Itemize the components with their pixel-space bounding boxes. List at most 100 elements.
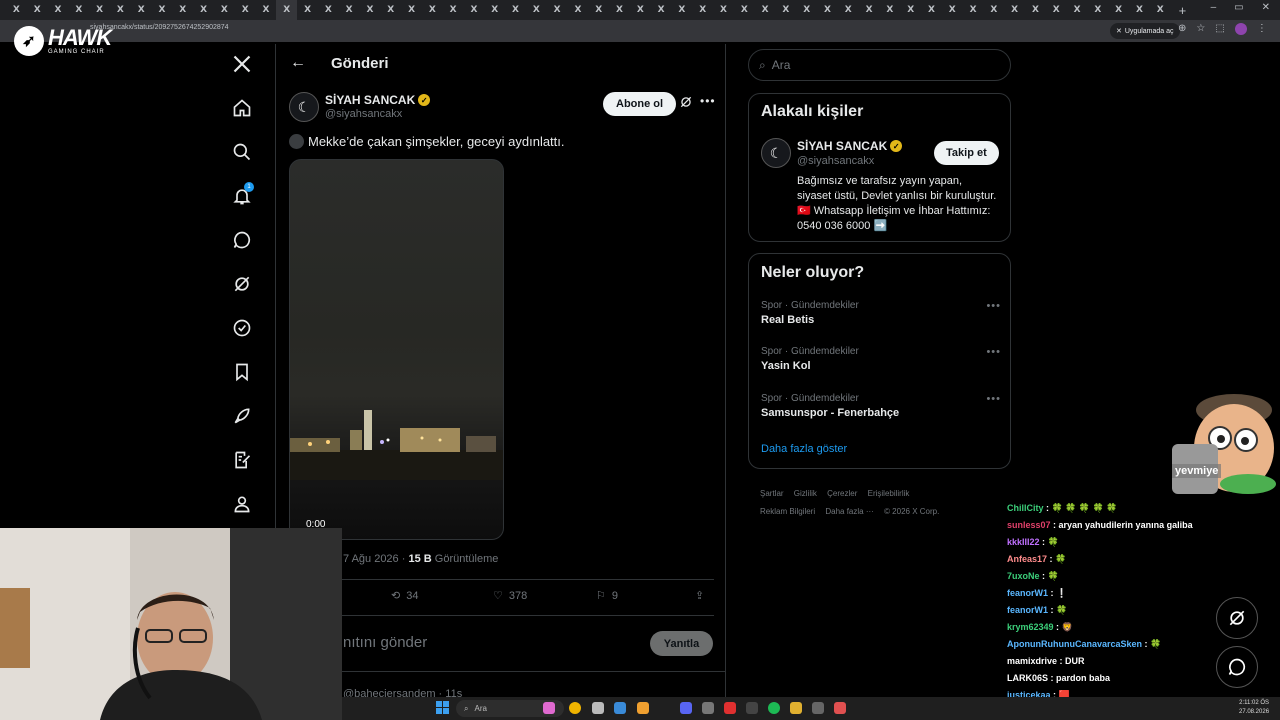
minimize-button[interactable]: –: [1211, 2, 1217, 13]
browser-tab[interactable]: X: [672, 0, 693, 20]
chat-username[interactable]: ChillCity: [1007, 503, 1044, 513]
browser-tab[interactable]: X: [27, 0, 48, 20]
related-name[interactable]: SİYAH SANCAK ✓: [797, 139, 903, 153]
browser-tab[interactable]: X: [568, 0, 589, 20]
browser-tab[interactable]: X: [692, 0, 713, 20]
browser-tab[interactable]: X: [401, 0, 422, 20]
browser-tab[interactable]: X: [859, 0, 880, 20]
browser-tab[interactable]: X: [464, 0, 485, 20]
browser-tab[interactable]: X: [588, 0, 609, 20]
browser-tab[interactable]: X: [505, 0, 526, 20]
explore-search-icon[interactable]: [222, 132, 262, 172]
reply-button[interactable]: Yanıtla: [650, 631, 713, 656]
chat-username[interactable]: LARK06S: [1007, 673, 1048, 683]
browser-tab[interactable]: X: [235, 0, 256, 20]
follow-button[interactable]: Takip et: [934, 141, 999, 165]
related-avatar[interactable]: ☾: [761, 138, 791, 168]
browser-tab[interactable]: X: [360, 0, 381, 20]
extensions-icon[interactable]: ⬚: [1215, 23, 1224, 35]
folder-icon[interactable]: [637, 702, 649, 714]
tweet-date[interactable]: 7 Ağu 2026: [343, 553, 399, 565]
app-icon[interactable]: [702, 702, 714, 714]
app-icon[interactable]: [834, 702, 846, 714]
footer-link[interactable]: Şartlar: [760, 489, 784, 498]
chrome-icon[interactable]: [569, 702, 581, 714]
browser-tab[interactable]: X: [942, 0, 963, 20]
author-handle[interactable]: @siyahsancakx: [325, 108, 402, 120]
browser-tab[interactable]: X: [48, 0, 69, 20]
home-icon[interactable]: [222, 88, 262, 128]
browser-tab[interactable]: X: [6, 0, 27, 20]
system-clock[interactable]: 2:11:02 ÖS 27.08.2026: [1239, 699, 1269, 717]
like-button[interactable]: ♡ 378: [493, 589, 527, 603]
chat-username[interactable]: feanorW1: [1007, 605, 1048, 615]
footer-link[interactable]: Reklam Bilgileri: [760, 507, 815, 516]
profile-avatar[interactable]: [1234, 23, 1247, 35]
browser-tab[interactable]: X: [131, 0, 152, 20]
author-avatar[interactable]: ☾: [289, 92, 319, 122]
browser-tab[interactable]: X: [547, 0, 568, 20]
close-window-button[interactable]: ✕: [1262, 2, 1270, 13]
footer-link[interactable]: Gizlilik: [794, 489, 817, 498]
spotify-icon[interactable]: [768, 702, 780, 714]
browser-tab[interactable]: X: [1004, 0, 1025, 20]
reply-input[interactable]: nıtını gönder: [343, 634, 427, 651]
browser-tab[interactable]: X: [1025, 0, 1046, 20]
more-options-icon[interactable]: •••: [986, 300, 1001, 312]
chat-username[interactable]: krym62349: [1007, 622, 1054, 632]
browser-tab[interactable]: X: [900, 0, 921, 20]
browser-tab[interactable]: X: [838, 0, 859, 20]
trend-item[interactable]: Spor · Gündemdekiler Real Betis •••: [761, 300, 1001, 326]
browser-tab[interactable]: X: [193, 0, 214, 20]
browser-tab[interactable]: X: [630, 0, 651, 20]
browser-tab[interactable]: X: [172, 0, 193, 20]
tweet-video[interactable]: 0:00: [289, 159, 504, 540]
profile-icon[interactable]: [222, 484, 262, 524]
browser-tab[interactable]: X: [318, 0, 339, 20]
browser-tab[interactable]: X: [921, 0, 942, 20]
new-tab-button[interactable]: +: [1179, 3, 1187, 18]
browser-tab[interactable]: X: [152, 0, 173, 20]
menu-dots-icon[interactable]: ⋮: [1257, 23, 1267, 35]
browser-tab[interactable]: X: [443, 0, 464, 20]
show-more-link[interactable]: Daha fazla göster: [761, 443, 847, 455]
browser-tab[interactable]: X: [484, 0, 505, 20]
app-icon[interactable]: [724, 702, 736, 714]
browser-tab[interactable]: X: [817, 0, 838, 20]
more-options-icon[interactable]: •••: [700, 94, 716, 108]
bookmarks-icon[interactable]: [222, 352, 262, 392]
browser-tab[interactable]: X: [1108, 0, 1129, 20]
share-button[interactable]: ⇪: [695, 589, 704, 602]
author-name[interactable]: SİYAH SANCAK ✓: [325, 93, 431, 107]
app-icon[interactable]: [543, 702, 555, 714]
browser-tab[interactable]: X: [734, 0, 755, 20]
grok-icon[interactable]: [222, 264, 262, 304]
browser-tab[interactable]: X: [422, 0, 443, 20]
browser-tab[interactable]: X: [380, 0, 401, 20]
browser-tab[interactable]: X: [256, 0, 277, 20]
browser-tab[interactable]: X: [276, 0, 298, 20]
messages-floating-button[interactable]: [1216, 646, 1258, 688]
subscribe-button[interactable]: Abone ol: [603, 92, 677, 116]
discord-icon[interactable]: [680, 702, 692, 714]
browser-tab[interactable]: X: [526, 0, 547, 20]
browser-tab[interactable]: X: [775, 0, 796, 20]
grok-floating-button[interactable]: [1216, 597, 1258, 639]
x-logo-icon[interactable]: [222, 44, 262, 84]
browser-tab[interactable]: X: [214, 0, 235, 20]
chat-username[interactable]: kkkIII22: [1007, 537, 1040, 547]
browser-tab[interactable]: X: [1087, 0, 1108, 20]
search-input[interactable]: ⌕ Ara: [748, 49, 1011, 81]
bookmark-star-icon[interactable]: ☆: [1196, 23, 1205, 35]
chat-username[interactable]: sunless07: [1007, 520, 1051, 530]
browser-tab[interactable]: X: [1150, 0, 1171, 20]
footer-link[interactable]: Daha fazla ···: [825, 507, 873, 516]
app-icon[interactable]: [592, 702, 604, 714]
bookmark-button[interactable]: ⚐ 9: [596, 589, 618, 603]
chat-username[interactable]: AponunRuhunuCanavarcaSken: [1007, 639, 1142, 649]
browser-tab[interactable]: X: [609, 0, 630, 20]
browser-tab[interactable]: X: [68, 0, 89, 20]
maximize-button[interactable]: ▭: [1234, 2, 1243, 13]
notifications-bell-icon[interactable]: 1: [222, 176, 262, 216]
app-icon[interactable]: [746, 702, 758, 714]
